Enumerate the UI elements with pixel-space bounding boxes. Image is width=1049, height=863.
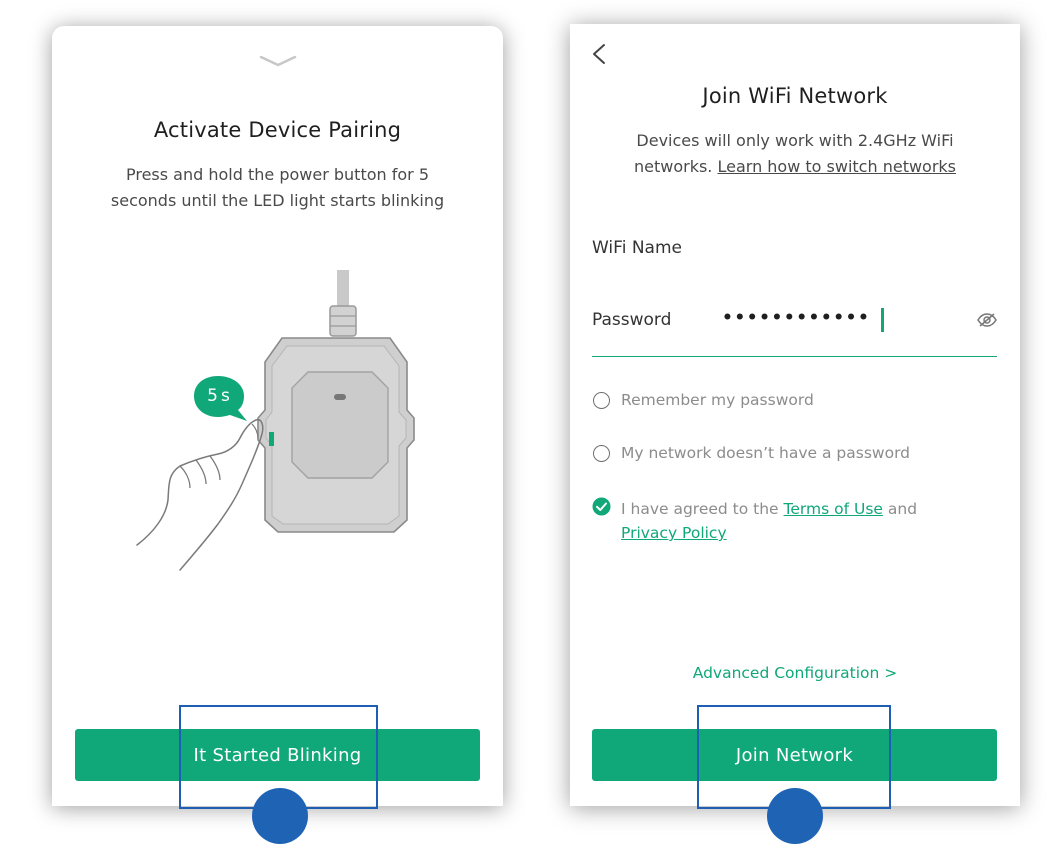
text-cursor [881, 308, 884, 332]
wifi-name-label: WiFi Name [592, 238, 682, 258]
device-illustration [136, 270, 415, 571]
no-password-label: My network doesn’t have a password [621, 444, 911, 462]
chevron-down-icon[interactable] [257, 54, 299, 68]
page-title: Activate Device Pairing [153, 118, 402, 142]
pairing-screen: Activate Device Pairing Press and hold t… [52, 26, 503, 806]
it-started-blinking-button[interactable]: It Started Blinking [75, 729, 480, 781]
highlight-marker [767, 788, 823, 844]
password-field[interactable]: Password •••••••••••• [592, 294, 997, 357]
timer-badge: 5s [207, 386, 233, 406]
join-network-button[interactable]: Join Network [592, 729, 997, 781]
agree-and: and [887, 500, 918, 518]
no-password-radio[interactable] [593, 445, 610, 462]
learn-link[interactable]: Learn how to switch networks [717, 157, 956, 176]
password-input[interactable]: •••••••••••• [722, 308, 870, 328]
back-arrow-icon[interactable] [590, 42, 610, 66]
password-label: Password [592, 310, 672, 330]
eye-off-icon[interactable] [976, 312, 998, 328]
description-line-1: Press and hold the power button for 5 [125, 165, 429, 184]
advanced-configuration-link[interactable]: Advanced Configuration > [570, 664, 1020, 682]
checkmark-icon[interactable] [592, 497, 611, 516]
agreement-text: I have agreed to the Terms of Use and Pr… [621, 497, 981, 545]
note-line-1: Devices will only work with 2.4GHz WiFi [636, 131, 954, 150]
remember-password-label: Remember my password [621, 391, 814, 409]
page-title: Join WiFi Network [702, 84, 888, 108]
privacy-policy-link[interactable]: Privacy Policy [621, 524, 727, 542]
note-line-2: networks. Learn how to switch networks [570, 154, 1020, 180]
remember-password-radio[interactable] [593, 392, 610, 409]
note-prefix: networks. [633, 157, 713, 176]
join-wifi-screen: Join WiFi Network Devices will only work… [570, 24, 1020, 806]
agree-prefix: I have agreed to the [621, 500, 779, 518]
terms-of-use-link[interactable]: Terms of Use [784, 500, 883, 518]
description-line-2: seconds until the LED light starts blink… [110, 191, 445, 210]
highlight-marker [252, 788, 308, 844]
